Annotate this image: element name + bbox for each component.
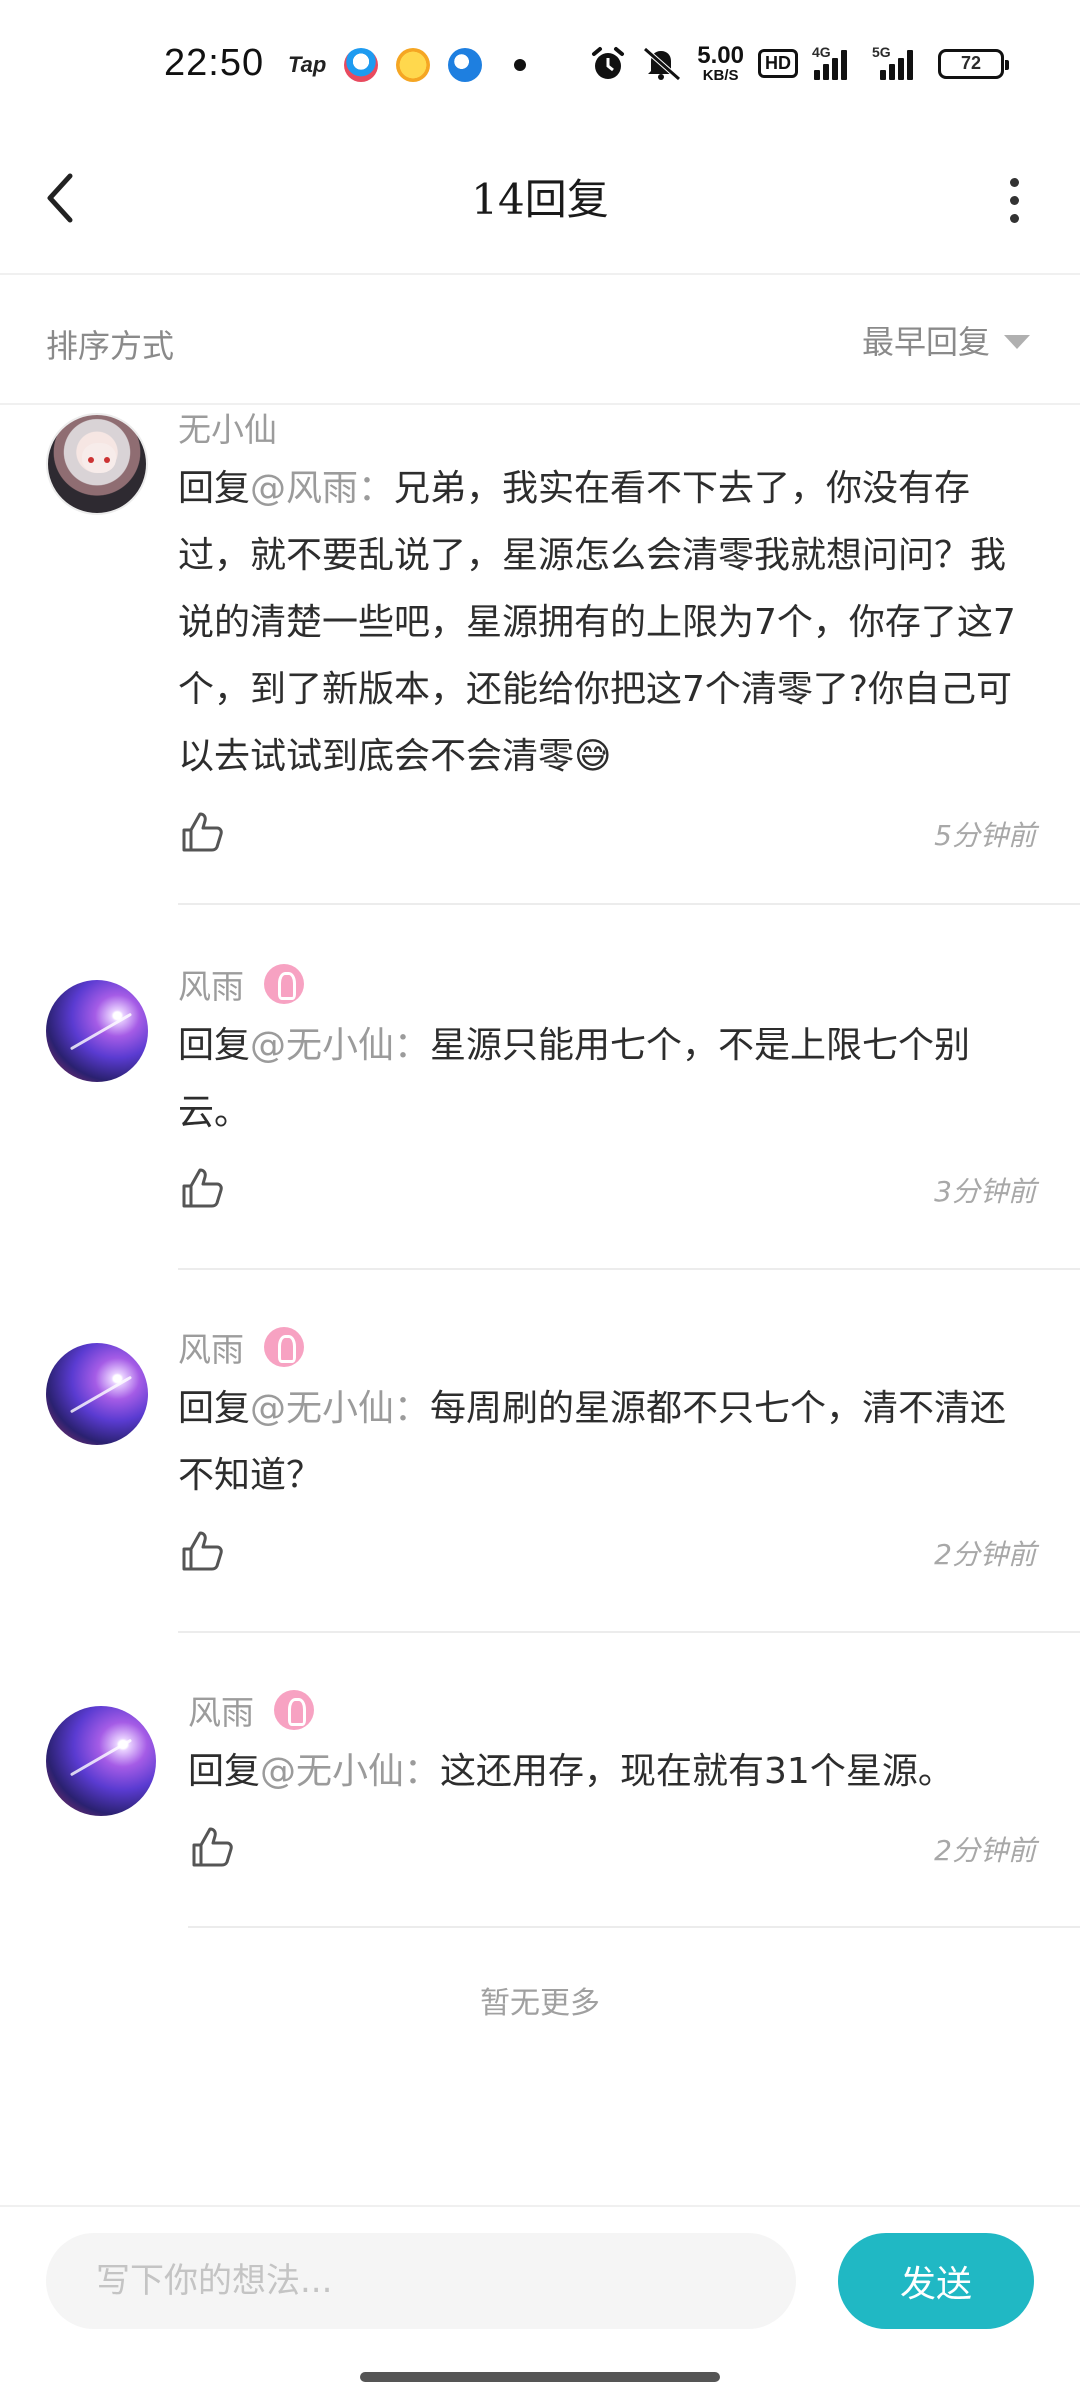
reply-text: 回复@无小仙：每周刷的星源都不只七个，清不清还不知道？ [178,1375,1036,1509]
sort-selected-value: 最早回复 [861,323,990,361]
username-row: 无小仙 [178,405,1036,449]
more-vertical-icon [1009,177,1019,187]
reply-text: 回复@无小仙：这还用存，现在就有31个星源。 [188,1738,1036,1805]
caret-down-icon [1004,335,1030,349]
reply-prefix: 回复 [178,468,251,509]
divider [188,1926,1080,1928]
mention-link[interactable]: @无小仙： [250,1025,430,1066]
battery-icon: 72 [938,48,1009,79]
net-speed-unit: KB/S [702,67,739,84]
status-app-icons: Tap [288,48,527,82]
signal-4g-label: 4G [812,43,831,60]
top-app-bar: 14回复 [0,130,1080,275]
reply-content: 这还用存，现在就有31个星源。 [440,1751,954,1792]
username[interactable]: 风雨 [188,1686,254,1734]
status-time: 22:50 [164,42,265,84]
qq-icon [344,48,379,82]
home-indicator[interactable] [360,2372,720,2382]
sort-bar: 排序方式 最早回复 [0,277,1080,405]
reply-time: 2分钟前 [934,1538,1036,1571]
user-badge-icon [274,1690,314,1730]
dot-icon [514,59,527,71]
no-more-label: 暂无更多 [480,1986,600,2021]
reply-text: 回复@风雨：兄弟，我实在看不下去了，你没有存过，就不要乱说了，星源怎么会清零我就… [178,455,1036,790]
sort-label: 排序方式 [46,327,175,365]
avatar[interactable] [46,1706,156,1816]
browser-icon [448,48,483,82]
reply-prefix: 回复 [178,1025,251,1066]
reply-time: 5分钟前 [934,819,1036,852]
hd-icon: HD [758,49,798,78]
net-speed: 5.00 KB/S [697,42,744,84]
status-bar: 22:50 Tap 5.00 KB/S HD 4G 5G 72 [0,0,1080,130]
battery-level: 72 [960,53,982,73]
mention-link[interactable]: @无小仙： [260,1751,440,1792]
avatar[interactable] [46,413,148,515]
status-system-icons: 5.00 KB/S HD 4G 5G 72 [589,42,1009,84]
reply-time: 3分钟前 [934,1175,1036,1208]
signal-5g-icon: 5G [872,44,924,80]
mute-icon [643,46,681,81]
signal-5g-label: 5G [872,43,891,60]
thumbs-up-icon[interactable] [178,808,226,856]
avatar[interactable] [46,980,148,1082]
divider [178,1268,1080,1270]
reply-footer: 3分钟前 [178,1156,1036,1236]
more-button[interactable] [984,160,1044,240]
signal-4g-icon: 4G [812,44,858,80]
game-icon [396,48,431,82]
thumbs-up-icon[interactable] [178,1527,226,1575]
divider [178,1631,1080,1633]
username-row: 风雨 [178,1325,1036,1369]
sort-dropdown[interactable]: 最早回复 [862,317,1030,363]
send-button[interactable]: 发送 [838,2233,1034,2329]
username[interactable]: 风雨 [178,1323,244,1371]
thumbs-up-icon[interactable] [188,1823,236,1871]
reply-text: 回复@无小仙：星源只能用七个，不是上限七个别云。 [178,1012,1036,1146]
reply-prefix: 回复 [188,1751,261,1792]
username-row: 风雨 [178,962,1036,1006]
reply-content: 兄弟，我实在看不下去了，你没有存过，就不要乱说了，星源怎么会清零我就想问问？我说… [178,468,1016,777]
username-row: 风雨 [188,1688,1036,1732]
net-speed-value: 5.00 [697,42,744,69]
reply-prefix: 回复 [178,1388,251,1429]
mention-link[interactable]: @风雨： [250,468,394,509]
reply-time: 2分钟前 [934,1834,1036,1867]
comment-composer: 发送 [0,2205,1080,2355]
page-title: 14回复 [471,175,609,224]
comment-input[interactable] [46,2233,796,2329]
tap-icon: Tap [288,52,327,77]
divider [178,903,1080,905]
reply-footer: 2分钟前 [188,1815,1036,1895]
user-badge-icon [264,964,304,1004]
thumbs-up-icon[interactable] [178,1164,226,1212]
reply-footer: 5分钟前 [178,800,1036,880]
avatar[interactable] [46,1343,148,1445]
reply-footer: 2分钟前 [178,1519,1036,1599]
alarm-icon [592,46,625,79]
mention-link[interactable]: @无小仙： [250,1388,430,1429]
username[interactable]: 无小仙 [178,403,277,451]
username[interactable]: 风雨 [178,960,244,1008]
user-badge-icon [264,1327,304,1367]
